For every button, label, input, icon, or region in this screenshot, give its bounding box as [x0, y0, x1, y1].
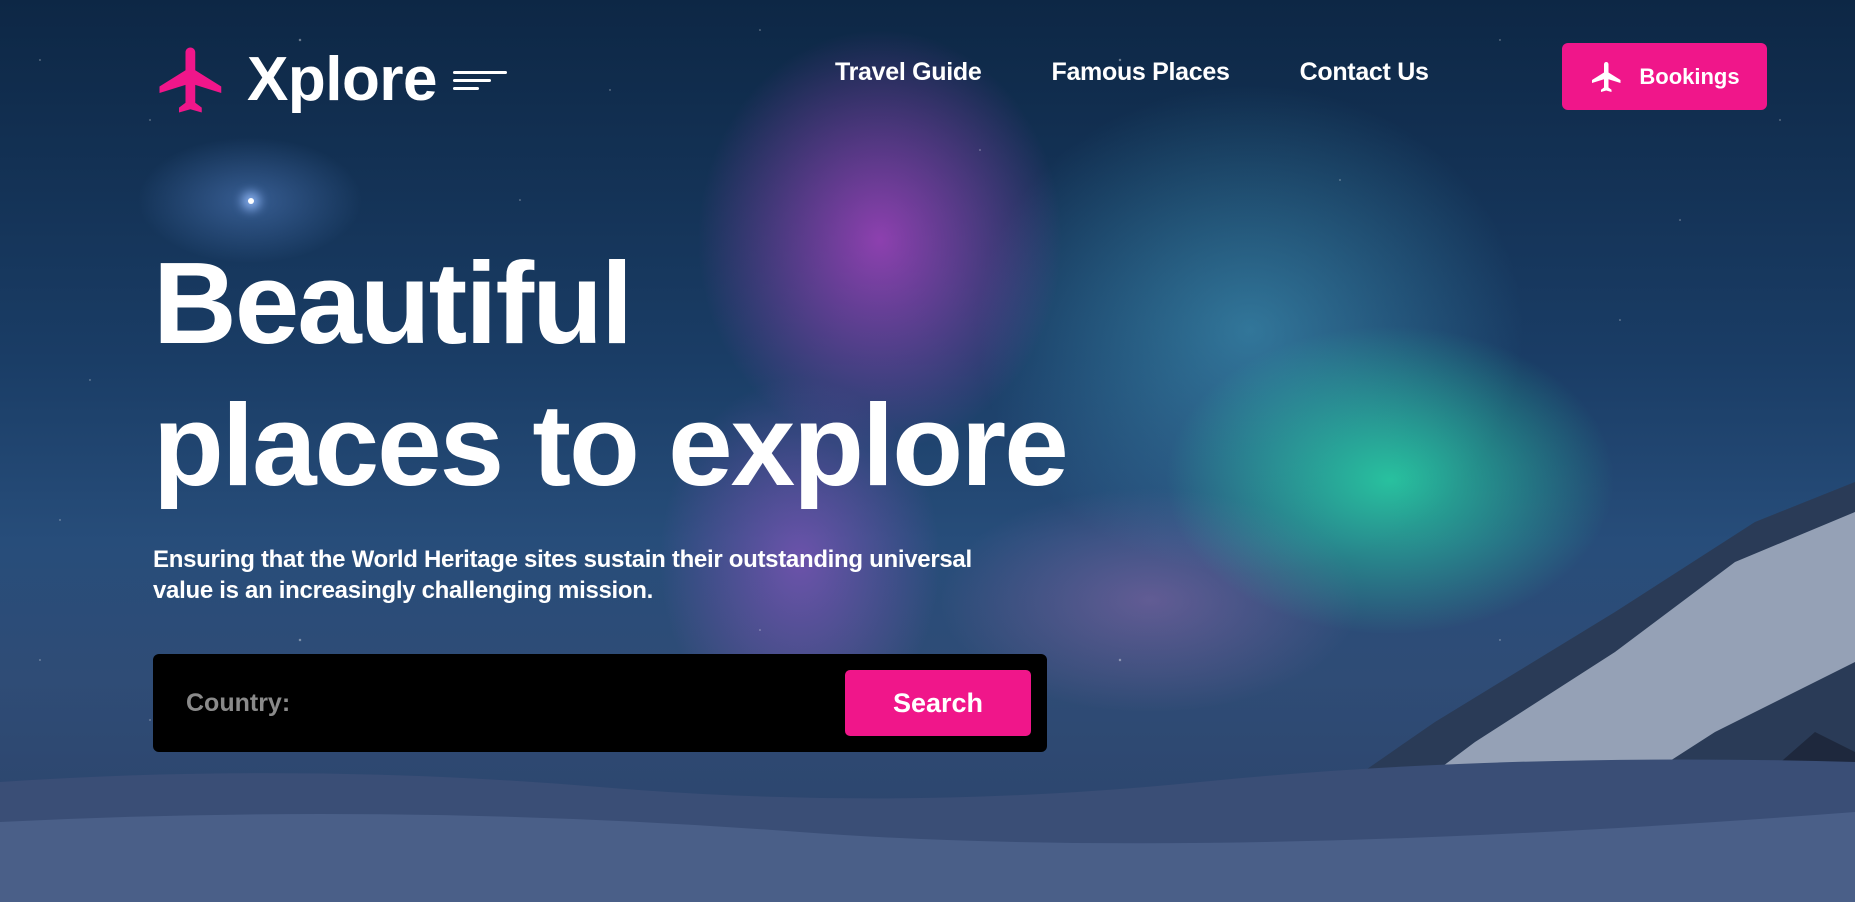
country-label: Country:	[186, 688, 291, 717]
main-nav: Travel Guide Famous Places Contact Us	[835, 58, 1429, 87]
airplane-icon	[159, 47, 222, 113]
snow-ground	[0, 759, 1855, 902]
nav-travel-guide[interactable]: Travel Guide	[835, 58, 982, 87]
country-input[interactable]	[300, 672, 845, 734]
brand-name: Xplore	[247, 45, 437, 114]
bright-star	[248, 198, 254, 204]
nav-famous-places[interactable]: Famous Places	[1051, 58, 1229, 87]
hero-headline: Beautiful places to explore	[153, 232, 1069, 516]
bookings-label: Bookings	[1639, 63, 1740, 89]
bookings-button[interactable]: Bookings	[1562, 43, 1767, 110]
hero-section: Xplore Travel Guide Famous Places Contac…	[0, 0, 1855, 902]
nav-contact-us[interactable]: Contact Us	[1300, 58, 1429, 87]
menu-lines-icon[interactable]	[452, 68, 509, 92]
search-button[interactable]: Search	[845, 670, 1031, 736]
airplane-icon	[1592, 61, 1621, 92]
logo[interactable]: Xplore	[153, 40, 509, 120]
headline-line-2: places to explore	[153, 380, 1069, 510]
headline-line-1: Beautiful	[153, 238, 633, 368]
search-bar: Country: Search	[153, 654, 1047, 752]
hero-subtext: Ensuring that the World Heritage sites s…	[153, 546, 972, 604]
